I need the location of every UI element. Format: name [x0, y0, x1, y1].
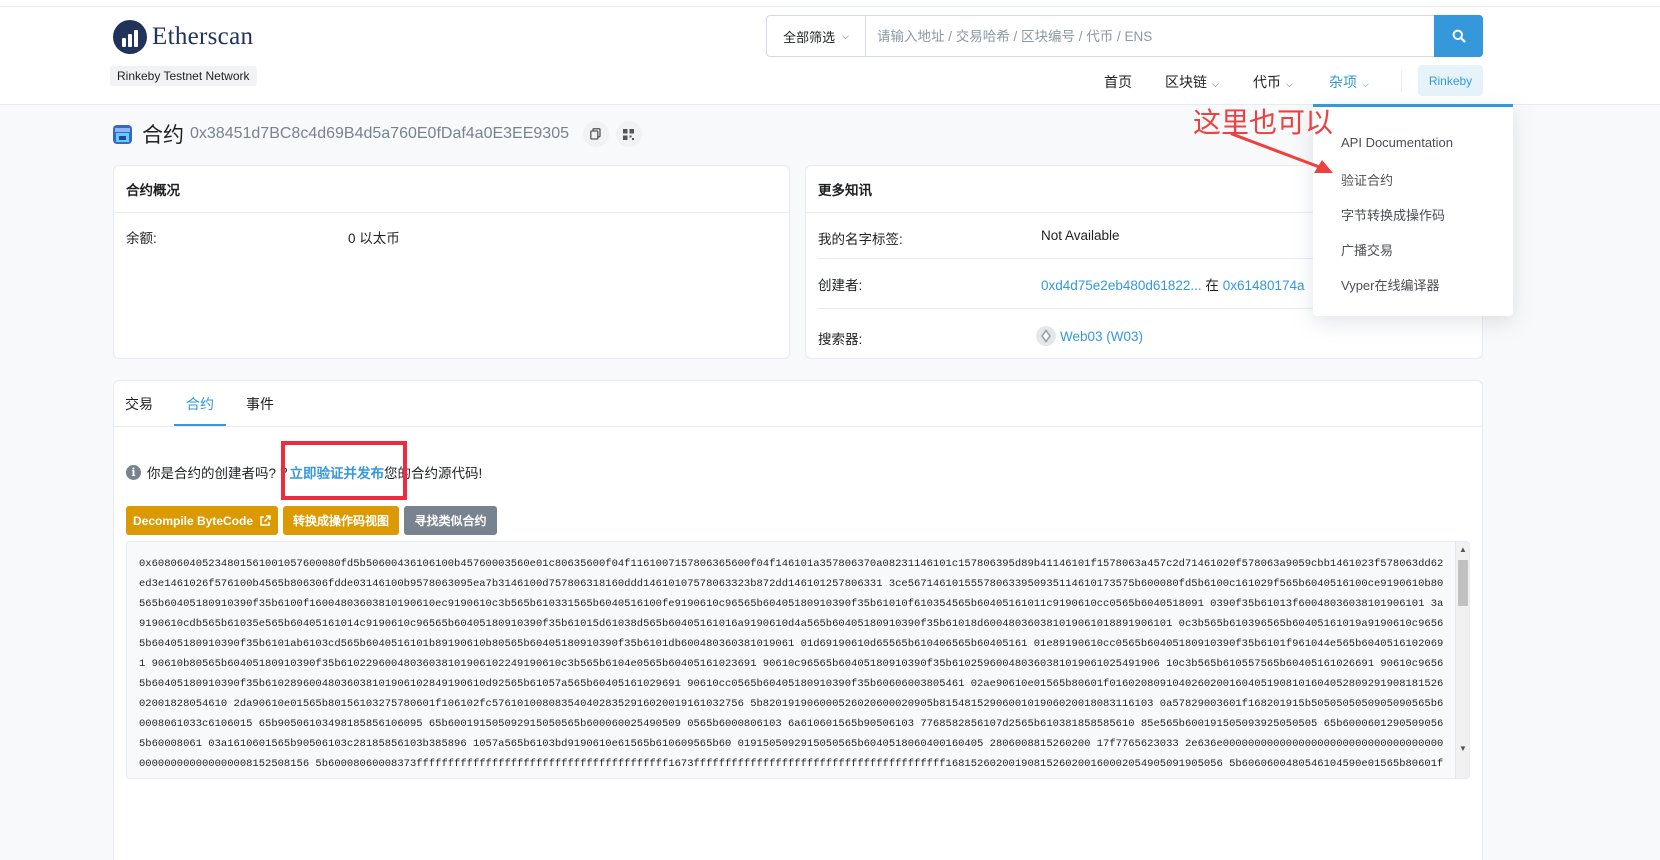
- site-header: Etherscan Rinkeby Testnet Network 全部筛选 ⌵…: [0, 0, 1660, 105]
- nav-misc-label: 杂项: [1329, 74, 1357, 90]
- nav-tokens-label: 代币: [1253, 74, 1281, 90]
- network-badge: Rinkeby Testnet Network: [110, 66, 257, 86]
- creator-value: 0xd4d75e2eb480d61822... 在 0x61480174a: [1041, 274, 1305, 294]
- dropdown-item-broadcast-tx[interactable]: 广播交易: [1341, 240, 1393, 259]
- etherscan-logo[interactable]: Etherscan: [113, 20, 253, 54]
- contract-overview-header: 合约概况: [114, 166, 789, 213]
- page-title-label: 合约: [142, 124, 184, 147]
- creator-tx-link[interactable]: 0x61480174a: [1223, 278, 1305, 293]
- tabs-divider: [113, 426, 1483, 427]
- nav-misc[interactable]: 杂项 ⌵: [1329, 72, 1369, 92]
- balance-label: 余额:: [126, 231, 157, 246]
- dropdown-item-vyper-compiler[interactable]: Vyper在线编译器: [1341, 275, 1439, 294]
- search-icon: [1452, 29, 1466, 43]
- highlight-box: [281, 441, 407, 500]
- search-input[interactable]: [866, 16, 1434, 56]
- copy-icon: [590, 128, 602, 140]
- page-title: 合约 0x38451d7BC8c4d69B4d5a760E0fDaf4a0E3E…: [113, 119, 642, 149]
- qr-code-icon: [623, 128, 635, 140]
- misc-dropdown-menu: API Documentation 验证合约 字节转换成操作码 广播交易 Vyp…: [1313, 104, 1513, 316]
- dropdown-item-verify-contract[interactable]: 验证合约: [1341, 170, 1393, 189]
- creator-at-text: 在: [1205, 278, 1219, 293]
- network-switch-button[interactable]: Rinkeby: [1418, 65, 1483, 96]
- nav-home[interactable]: 首页: [1104, 72, 1132, 92]
- token-icon: [1036, 326, 1056, 346]
- scrollbar-thumb[interactable]: [1458, 560, 1468, 606]
- chevron-down-icon: ⌵: [842, 30, 849, 41]
- bytecode-scrollbar[interactable]: ▲ ▼: [1455, 542, 1469, 778]
- dropdown-item-api-docs[interactable]: API Documentation: [1341, 135, 1453, 150]
- contract-overview-card: 合约概况 余额: 0 以太币: [113, 165, 790, 359]
- bytecode-textarea[interactable]: 0x608060405234801561001057600080fd5b5060…: [126, 541, 1470, 779]
- qr-code-button[interactable]: [615, 121, 642, 147]
- tab-transactions[interactable]: 交易: [125, 394, 153, 414]
- creator-label: 创建者:: [818, 278, 863, 293]
- decompile-bytecode-button[interactable]: Decompile ByteCode: [126, 506, 278, 535]
- tracker-value: Web03 (W03): [1036, 326, 1143, 346]
- decompile-button-label: Decompile ByteCode: [132, 513, 254, 528]
- logo-text: Etherscan: [152, 23, 254, 50]
- scroll-up-icon[interactable]: ▲: [1459, 545, 1467, 554]
- name-tag-label: 我的名字标签:: [818, 232, 903, 247]
- tracker-link[interactable]: Web03 (W03): [1060, 329, 1143, 344]
- annotation-arrow-icon: [1230, 132, 1333, 173]
- search-filter-select[interactable]: 全部筛选 ⌵: [767, 16, 866, 56]
- scroll-down-icon[interactable]: ▼: [1459, 744, 1467, 753]
- nav-blockchain[interactable]: 区块链 ⌵: [1165, 72, 1219, 92]
- find-similar-contracts-button[interactable]: 寻找类似合约: [404, 506, 497, 535]
- search-bar: 全部筛选 ⌵: [766, 15, 1483, 57]
- header-top-border: [0, 6, 1660, 7]
- external-link-icon: [260, 514, 271, 526]
- search-button[interactable]: [1434, 15, 1483, 57]
- nav-divider: [1401, 70, 1402, 92]
- prompt-before-text: 你是合约的创建者吗?: [147, 466, 277, 481]
- tracker-label: 搜索器:: [818, 332, 863, 347]
- creator-address-link[interactable]: 0xd4d75e2eb480d61822...: [1041, 278, 1202, 293]
- contract-token-icon: [113, 124, 132, 144]
- search-filter-label: 全部筛选: [783, 29, 836, 45]
- chevron-down-icon: ⌵: [1362, 79, 1369, 89]
- info-icon: i: [126, 464, 141, 480]
- chevron-down-icon: ⌵: [1212, 79, 1219, 89]
- contract-address: 0x38451d7BC8c4d69B4d5a760E0fDaf4a0E3EE93…: [190, 125, 569, 142]
- tab-events[interactable]: 事件: [246, 394, 274, 414]
- nav-tokens[interactable]: 代币 ⌵: [1253, 72, 1293, 92]
- name-tag-value: Not Available: [1041, 228, 1120, 243]
- balance-value: 0 以太币: [348, 231, 400, 246]
- chevron-down-icon: ⌵: [1286, 79, 1293, 89]
- copy-address-button[interactable]: [582, 121, 609, 147]
- etherscan-logo-icon: [113, 20, 147, 54]
- active-tab-indicator: [174, 424, 226, 426]
- dropdown-item-bytecode-to-opcode[interactable]: 字节转换成操作码: [1341, 205, 1445, 224]
- opcode-view-button[interactable]: 转换成操作码视图: [283, 506, 399, 535]
- nav-blockchain-label: 区块链: [1165, 74, 1207, 90]
- tab-contract[interactable]: 合约: [186, 394, 214, 414]
- bytecode-text: 0x608060405234801561001057600080fd5b5060…: [139, 558, 1444, 770]
